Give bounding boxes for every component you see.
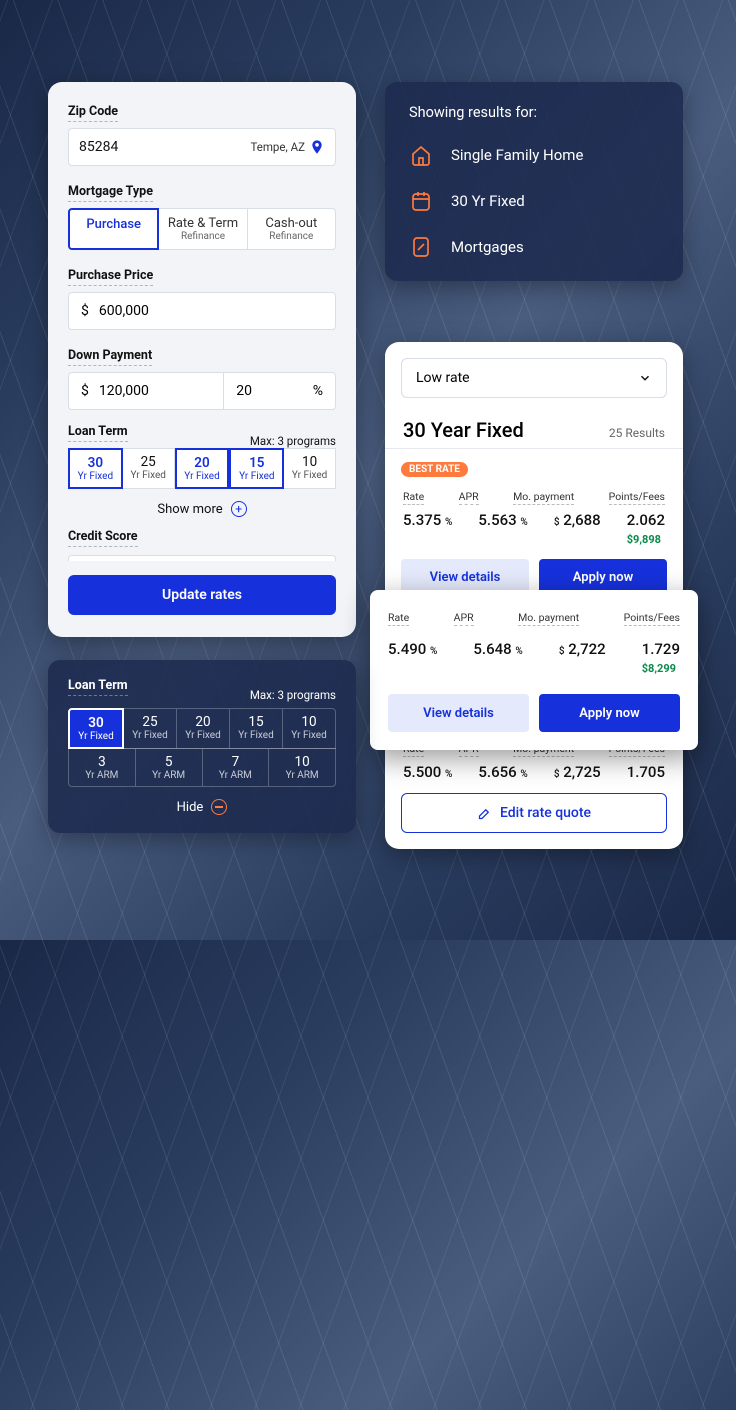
loan-term-option-20yrfixed[interactable]: 20Yr Fixed bbox=[177, 708, 230, 749]
show-more-button[interactable]: Show more + bbox=[68, 489, 336, 521]
down-payment-label: Down Payment bbox=[68, 348, 152, 366]
down-payment-percent-input[interactable]: 20% bbox=[224, 372, 336, 410]
edit-rate-quote-button[interactable]: Edit rate quote bbox=[401, 793, 667, 833]
loan-term-label: Loan Term bbox=[68, 678, 128, 696]
zip-city: Tempe, AZ bbox=[250, 139, 325, 155]
results-row-term: 30 Yr Fixed bbox=[409, 189, 659, 213]
loan-term-max: Max: 3 programs bbox=[250, 688, 336, 702]
results-row-home: Single Family Home bbox=[409, 143, 659, 167]
purchase-price-input[interactable]: $ 600,000 bbox=[68, 292, 336, 330]
loan-term-dark-card: Loan Term Max: 3 programs 30Yr Fixed25Yr… bbox=[48, 660, 356, 833]
zip-label: Zip Code bbox=[68, 104, 118, 122]
points-fees-label: Points/Fees bbox=[609, 490, 665, 505]
results-row-mortgages: Mortgages bbox=[409, 235, 659, 259]
credit-score-label: Credit Score bbox=[68, 529, 138, 547]
down-payment-amount-input[interactable]: $120,000 bbox=[68, 372, 224, 410]
results-header: Showing results for: bbox=[409, 104, 659, 121]
loan-term-option-20yrfixed[interactable]: 20Yr Fixed bbox=[175, 448, 230, 489]
mortgage-type-label: Mortgage Type bbox=[68, 184, 153, 202]
loan-term-option-10yrfixed[interactable]: 10Yr Fixed bbox=[283, 708, 336, 749]
loan-term-max: Max: 3 programs bbox=[250, 434, 336, 448]
rate-offer-card: Rate APR Mo. payment Points/Fees 5.490 %… bbox=[370, 590, 698, 750]
loan-term-option-25yrfixed[interactable]: 25Yr Fixed bbox=[124, 708, 177, 749]
purchase-price-label: Purchase Price bbox=[68, 268, 153, 286]
results-summary-card: Showing results for: Single Family Home … bbox=[385, 82, 683, 281]
apr-label: APR bbox=[459, 490, 479, 505]
loan-term-option-15yrfixed[interactable]: 15Yr Fixed bbox=[229, 448, 284, 489]
rate-label: Rate bbox=[403, 490, 424, 505]
best-rate-badge: BEST RATE bbox=[401, 462, 468, 477]
plus-circle-icon: + bbox=[231, 501, 247, 517]
loan-term-label: Loan Term bbox=[68, 424, 128, 442]
update-rates-button[interactable]: Update rates bbox=[68, 575, 336, 615]
zip-value: 85284 bbox=[79, 139, 118, 155]
mortgage-type-cashout[interactable]: Cash-out Refinance bbox=[248, 208, 336, 250]
sort-select[interactable]: Low rate bbox=[401, 358, 667, 398]
hide-button[interactable]: Hide bbox=[68, 787, 336, 819]
loan-term-option-3yrarm[interactable]: 3Yr ARM bbox=[68, 748, 136, 787]
loan-term-option-30yrfixed[interactable]: 30Yr Fixed bbox=[68, 448, 123, 489]
view-details-button[interactable]: View details bbox=[388, 694, 529, 732]
mortgage-type-rate-term[interactable]: Rate & Term Refinance bbox=[159, 208, 247, 250]
loan-term-row-arm: 3Yr ARM5Yr ARM7Yr ARM10Yr ARM bbox=[68, 748, 336, 787]
rates-title: 30 Year Fixed bbox=[403, 418, 524, 442]
home-icon bbox=[409, 143, 433, 167]
zip-input[interactable]: 85284 Tempe, AZ bbox=[68, 128, 336, 166]
percent-tag-icon bbox=[409, 235, 433, 259]
loan-term-option-5yrarm[interactable]: 5Yr ARM bbox=[136, 748, 203, 787]
loan-term-option-25yrfixed[interactable]: 25Yr Fixed bbox=[123, 448, 175, 489]
loan-term-option-30yrfixed[interactable]: 30Yr Fixed bbox=[68, 708, 124, 749]
mortgage-type-purchase[interactable]: Purchase bbox=[68, 208, 159, 250]
minus-circle-icon bbox=[211, 799, 227, 815]
apply-now-button[interactable]: Apply now bbox=[539, 694, 680, 732]
loan-term-option-10yrfixed[interactable]: 10Yr Fixed bbox=[284, 448, 336, 489]
loan-term-grid: 30Yr Fixed25Yr Fixed20Yr Fixed15Yr Fixed… bbox=[68, 448, 336, 489]
loan-term-row-fixed: 30Yr Fixed25Yr Fixed20Yr Fixed15Yr Fixed… bbox=[68, 708, 336, 749]
calendar-icon bbox=[409, 189, 433, 213]
loan-term-option-15yrfixed[interactable]: 15Yr Fixed bbox=[230, 708, 283, 749]
location-pin-icon bbox=[309, 139, 325, 155]
mortgage-type-segment: Purchase Rate & Term Refinance Cash-out … bbox=[68, 208, 336, 250]
mo-payment-label: Mo. payment bbox=[513, 490, 574, 505]
credit-score-input[interactable] bbox=[68, 555, 336, 561]
chevron-down-icon bbox=[638, 371, 652, 385]
rates-count: 25 Results bbox=[609, 426, 665, 440]
loan-term-option-10yrarm[interactable]: 10Yr ARM bbox=[269, 748, 336, 787]
mortgage-form-card: Zip Code 85284 Tempe, AZ Mortgage Type P… bbox=[48, 82, 356, 637]
pencil-icon bbox=[477, 806, 492, 821]
loan-term-option-7yrarm[interactable]: 7Yr ARM bbox=[203, 748, 270, 787]
